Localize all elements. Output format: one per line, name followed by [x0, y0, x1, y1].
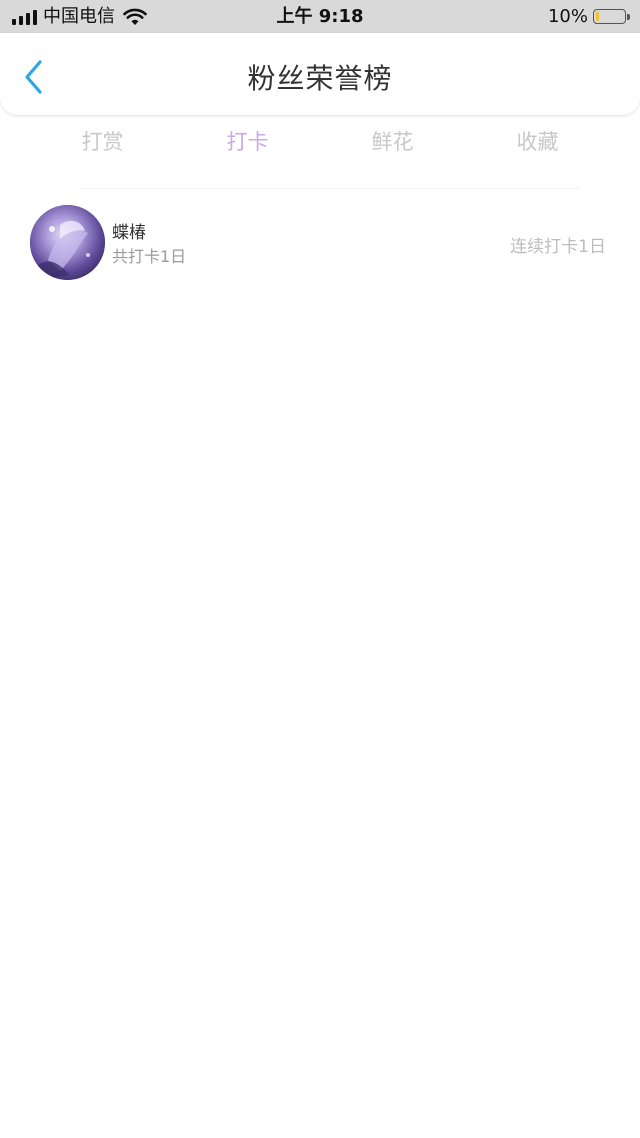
- nav-bar: 粉丝荣誉榜: [0, 33, 640, 115]
- avatar-image: [30, 205, 105, 280]
- divider: [80, 188, 580, 189]
- status-bar: 中国电信 上午 9:18 10%: [0, 0, 640, 33]
- tab-favorites[interactable]: 收藏: [465, 118, 610, 166]
- user-name: 蝶椿: [112, 223, 146, 243]
- status-right: 10%: [548, 0, 630, 33]
- tab-flowers[interactable]: 鲜花: [320, 118, 465, 166]
- page-title: 粉丝荣誉榜: [247, 62, 393, 95]
- checkin-total: 共打卡1日: [112, 247, 187, 266]
- tab-bar: 打赏 打卡 鲜花 收藏: [30, 118, 610, 166]
- list-item[interactable]: 蝶椿 共打卡1日 连续打卡1日: [0, 200, 640, 286]
- battery-percent: 10%: [547, 6, 588, 27]
- checkin-streak: 连续打卡1日: [510, 237, 606, 257]
- avatar[interactable]: [30, 205, 105, 280]
- battery-icon: [593, 9, 626, 24]
- battery-tip: [627, 13, 630, 20]
- tab-reward[interactable]: 打赏: [30, 118, 175, 166]
- battery-fill: [596, 12, 599, 21]
- status-time: 上午 9:18: [276, 6, 364, 27]
- tab-checkin[interactable]: 打卡: [175, 118, 320, 166]
